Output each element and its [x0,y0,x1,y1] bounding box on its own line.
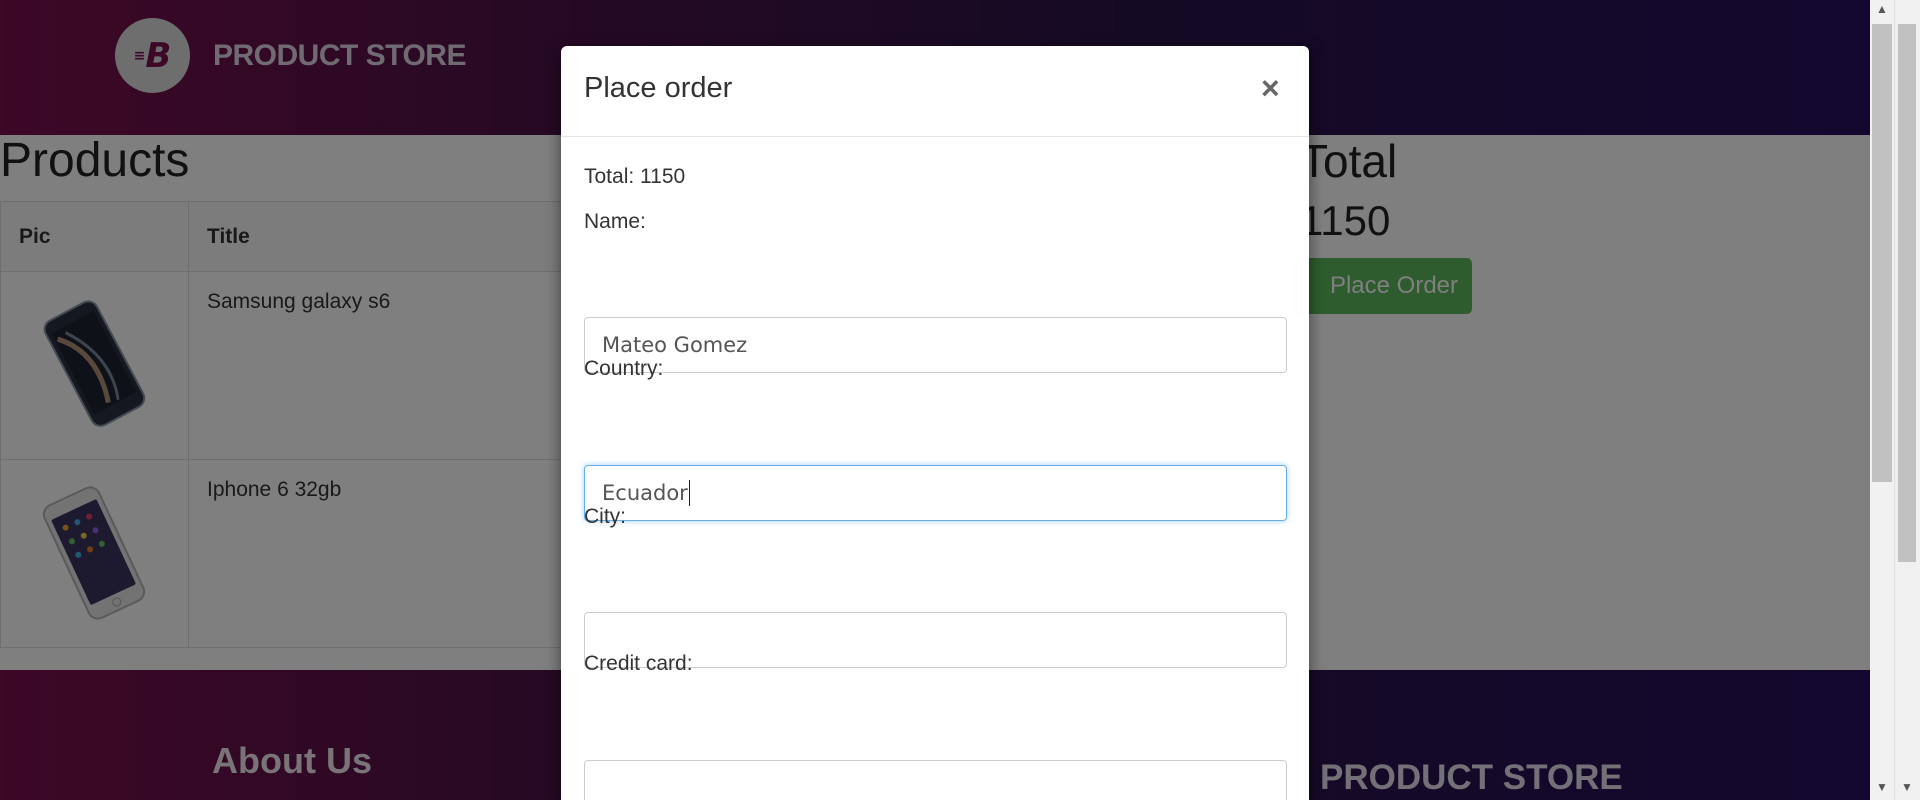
city-label: City: [584,505,626,528]
scrollbar[interactable]: ▲ ▼ ▼ [1870,0,1920,800]
place-order-modal: Place order × Total: 1150 Name: Mateo Go… [561,46,1309,800]
scrollbar-thumb-secondary[interactable] [1898,24,1916,562]
name-field[interactable]: Mateo Gomez [584,317,1287,373]
credit-card-label: Credit card: [584,652,693,675]
scroll-down-arrow-icon[interactable]: ▼ [1872,780,1892,794]
country-field-value: Ecuador [602,481,688,505]
scrollbar-thumb[interactable] [1872,24,1892,482]
order-total-text: Total: 1150 [584,165,686,188]
country-label: Country: [584,357,664,380]
scroll-up-arrow-icon[interactable]: ▲ [1872,2,1892,16]
close-icon[interactable]: × [1261,72,1280,104]
scroll-down-arrow-icon-secondary[interactable]: ▼ [1897,780,1917,794]
page-viewport: ≡B PRODUCT STORE Products Pic Title [0,0,1870,800]
country-field[interactable]: Ecuador [584,465,1287,521]
modal-header: Place order × [561,46,1309,137]
modal-title: Place order [584,72,733,104]
text-caret [688,480,690,506]
name-field-value: Mateo Gomez [602,333,748,357]
credit-card-field[interactable] [584,760,1287,800]
name-label: Name: [584,210,646,233]
